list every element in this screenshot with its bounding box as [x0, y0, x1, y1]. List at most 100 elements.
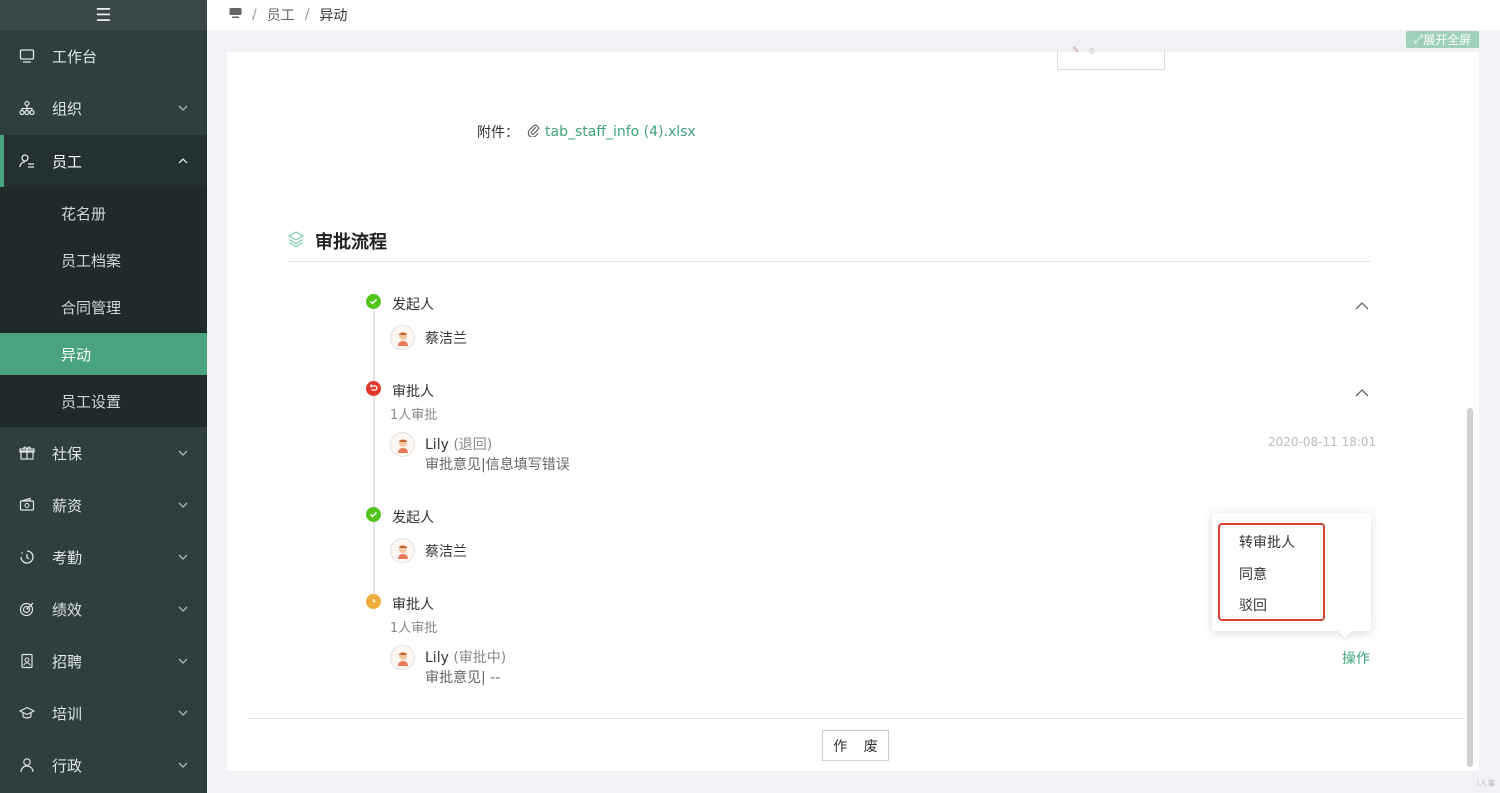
breadcrumb: / 员工 / 异动 [207, 0, 1500, 30]
attachment-file-link[interactable]: tab_staff_info (4).xlsx [545, 124, 696, 140]
person-name: 蔡洁兰 [425, 331, 467, 347]
approval-count: 1人审批 [390, 621, 438, 636]
chevron-down-icon [178, 762, 188, 768]
target-icon [18, 600, 36, 618]
sidebar-item-administration[interactable]: 行政 [0, 739, 207, 791]
sidebar-item-recruitment[interactable]: 招聘 [0, 635, 207, 687]
clock-icon [18, 548, 36, 566]
submenu-item-roster[interactable]: 花名册 [0, 192, 207, 234]
action-link[interactable]: 操作 [1342, 648, 1370, 668]
person-name: 蔡洁兰 [425, 544, 467, 560]
chevron-down-icon [178, 710, 188, 716]
sidebar-item-attendance[interactable]: 考勤 [0, 531, 207, 583]
section-title: 审批流程 [287, 228, 387, 254]
action-popover: 转审批人 同意 驳回 [1212, 513, 1371, 631]
void-button[interactable]: 作 废 [822, 730, 889, 761]
person-name: Lily (退回) [425, 437, 493, 453]
org-chart-icon [18, 99, 36, 117]
sidebar-item-salary[interactable]: 薪资 [0, 479, 207, 531]
expand-icon: ⤢ [1413, 32, 1424, 46]
sidebar-item-label: 考勤 [52, 548, 83, 567]
sidebar-item-workbench[interactable]: 工作台 [0, 30, 207, 82]
fullscreen-button[interactable]: ⤢ 展开全屏 [1406, 31, 1479, 48]
chevron-down-icon [178, 606, 188, 612]
submenu-item-contract[interactable]: 合同管理 [0, 286, 207, 328]
person-icon [18, 756, 36, 774]
timeline-line [373, 304, 375, 602]
person-name: Lily (审批中) [425, 650, 507, 666]
badge-icon [18, 652, 36, 670]
monitor-icon[interactable] [229, 7, 242, 23]
add-icon: ⊕ [1088, 47, 1096, 57]
chevron-up-icon[interactable] [1355, 388, 1369, 398]
person-status: (退回) [453, 437, 493, 453]
monitor-icon [18, 47, 36, 65]
layers-icon [287, 230, 305, 253]
breadcrumb-item-change: 异动 [319, 8, 348, 24]
sidebar-item-label: 行政 [52, 756, 83, 775]
sidebar-item-label: 员工 [52, 152, 83, 171]
paperclip-icon [527, 123, 539, 141]
menu-item-reject[interactable]: 驳回 [1239, 595, 1267, 615]
submenu-item-employee-file[interactable]: 员工档案 [0, 239, 207, 281]
chevron-down-icon [178, 105, 188, 111]
watermark: i人事 [1477, 779, 1496, 788]
breadcrumb-separator: / [304, 7, 310, 23]
sidebar-item-employee[interactable]: 员工 [0, 135, 207, 187]
node-title: 发起人 [392, 510, 434, 526]
menu-item-transfer-approver[interactable]: 转审批人 [1239, 532, 1295, 552]
sidebar: ☰ 工作台 组织 员工 花名册 员工档案 合同管理 异动 员工设置 社保 薪资 … [0, 0, 207, 793]
node-title: 发起人 [392, 297, 434, 313]
done-check-icon [366, 507, 381, 522]
chevron-up-icon[interactable] [1355, 301, 1369, 311]
sidebar-item-social-security[interactable]: 社保 [0, 427, 207, 479]
node-title: 审批人 [392, 597, 434, 613]
approval-count: 1人审批 [390, 408, 438, 423]
wallet-icon [18, 496, 36, 514]
divider [247, 718, 1463, 719]
gift-icon [18, 444, 36, 462]
sidebar-toggle[interactable]: ☰ [0, 0, 207, 30]
sidebar-item-label: 社保 [52, 444, 83, 463]
divider [288, 261, 1370, 262]
sidebar-item-label: 招聘 [52, 652, 83, 671]
chevron-down-icon [178, 658, 188, 664]
return-icon [366, 381, 381, 396]
sidebar-item-label: 绩效 [52, 600, 83, 619]
chevron-down-icon [178, 502, 188, 508]
sidebar-item-training[interactable]: 培训 [0, 687, 207, 739]
approval-opinion: 审批意见|信息填写错误 [425, 457, 570, 473]
chevron-down-icon [178, 450, 188, 456]
employee-submenu: 花名册 员工档案 合同管理 异动 员工设置 [0, 187, 207, 427]
menu-item-approve[interactable]: 同意 [1239, 564, 1267, 584]
submenu-item-change[interactable]: 异动 [0, 333, 207, 375]
sidebar-item-label: 工作台 [52, 47, 98, 66]
scrollbar[interactable] [1467, 408, 1473, 767]
node-title: 审批人 [392, 384, 434, 400]
person-status: (审批中) [453, 650, 507, 666]
chevron-down-icon [178, 554, 188, 560]
attachment-label: 附件： [477, 125, 519, 141]
submenu-item-employee-settings[interactable]: 员工设置 [0, 380, 207, 422]
sidebar-item-organization[interactable]: 组织 [0, 82, 207, 134]
graduation-icon [18, 704, 36, 722]
image-icon: ✎ [1072, 46, 1080, 56]
attachment-row: 附件： tab_staff_info (4).xlsx [477, 122, 696, 142]
sidebar-item-label: 组织 [52, 99, 83, 118]
avatar [390, 325, 415, 350]
user-list-icon [18, 152, 36, 170]
breadcrumb-separator: / [252, 7, 257, 23]
main-content: ✎ ⊕ 附件： tab_staff_info (4).xlsx 审批流程 发起人… [227, 46, 1479, 771]
image-thumbnail[interactable]: ✎ ⊕ [1057, 46, 1165, 70]
breadcrumb-item-employee[interactable]: 员工 [267, 5, 295, 25]
avatar [390, 645, 415, 670]
sidebar-item-label: 薪资 [52, 496, 83, 515]
hamburger-icon[interactable]: ☰ [95, 5, 111, 26]
chevron-up-icon [178, 158, 188, 164]
pending-clock-icon [366, 594, 381, 609]
approval-time: 2020-08-11 18:01 [1268, 435, 1377, 449]
sidebar-item-performance[interactable]: 绩效 [0, 583, 207, 635]
sidebar-item-label: 培训 [52, 704, 83, 723]
avatar [390, 538, 415, 563]
avatar [390, 432, 415, 457]
